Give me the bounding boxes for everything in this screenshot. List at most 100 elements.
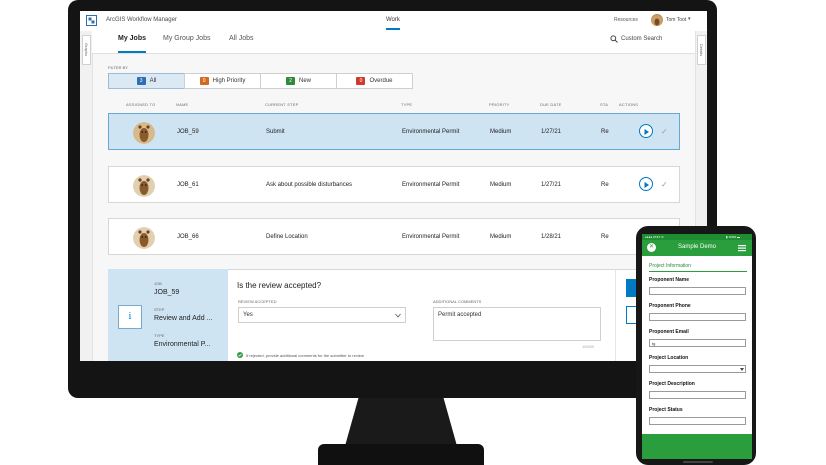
filter-chip-overdue[interactable]: 0 Overdue [336,73,413,89]
survey-footer [642,434,752,459]
giraffe-avatar-icon [133,122,155,144]
column-header-type[interactable]: TYPE [401,102,412,107]
type-label: TYPE [154,333,165,338]
filter-label: FILTER BY [108,65,128,70]
table-row[interactable]: JOB_59 Submit Environmental Permit Mediu… [108,113,680,150]
proponent-phone-label: Proponent Phone [649,303,691,309]
info-icon[interactable]: i [118,305,142,329]
job-step: Submit [266,129,285,135]
type-value: Environmental P... [154,341,211,348]
proponent-name-label: Proponent Name [649,277,690,283]
rejection-hint: If rejected, provide additional comments… [246,353,364,358]
project-status-field[interactable] [649,417,746,425]
job-due-date: 1/27/21 [541,129,562,135]
additional-comments-label: ADDITIONAL COMMENTS [433,299,482,304]
chevron-down-icon[interactable]: ▾ [688,16,691,22]
table-row[interactable]: JOB_61 Ask about possible disturbances E… [108,166,680,203]
workflow-manager-logo-icon [86,15,97,26]
chip-label: Overdue [369,78,393,84]
filter-chip-all[interactable]: 3 All [108,73,185,89]
job-step: Define Location [266,234,308,240]
column-header-assigned-to[interactable]: ASSIGNED TO [126,102,155,107]
user-avatar[interactable] [651,14,663,26]
column-header-actions: ACTIONS [619,102,639,107]
job-priority: Medium [490,182,512,188]
filter-chip-new[interactable]: 2 New [260,73,337,89]
section-title: Project Information [649,263,691,269]
tab-my-group-jobs[interactable]: My Group Jobs [163,35,210,42]
left-rail [80,31,93,361]
tab-all-jobs[interactable]: All Jobs [229,35,254,42]
nav-work[interactable]: Work [386,17,400,23]
proponent-email-field[interactable]: tg [649,339,746,347]
phone-home-indicator [683,461,713,463]
proponent-name-field[interactable] [649,287,746,295]
step-question: Is the review accepted? [237,281,322,290]
job-status: Re [601,129,609,135]
monitor-stand-base [318,444,484,465]
menu-icon[interactable] [738,244,746,252]
table-row[interactable]: JOB_66 Define Location Environmental Per… [108,218,680,255]
giraffe-avatar-icon [133,227,155,249]
carrier-status: ●●●● AT&T ≋ [645,235,664,239]
job-label: JOB [154,281,162,286]
job-status: Re [601,234,609,240]
project-status-label: Project Status [649,407,683,413]
nav-resources[interactable]: Resources [614,17,638,23]
column-header-name[interactable]: NAME [176,102,188,107]
job-type: Environmental Permit [402,129,460,135]
review-accepted-select[interactable]: Yes [238,307,406,323]
column-header-status[interactable]: STA [600,102,608,107]
giraffe-avatar-icon [133,175,155,197]
column-header-current-step[interactable]: CURRENT STEP [265,102,298,107]
check-icon[interactable]: ✓ [661,180,668,189]
additional-comments-input[interactable]: Permit accepted [433,307,601,341]
start-step-button[interactable] [639,177,653,191]
job-name[interactable]: JOB_59 [177,129,199,135]
review-accepted-value: Yes [243,312,253,318]
column-header-due-date[interactable]: DUE DATE [540,102,562,107]
char-count: 15/500 [582,344,595,349]
project-description-field[interactable] [649,391,746,399]
count-badge: 2 [285,77,295,85]
check-circle-icon [237,352,243,358]
survey-title: Sample Demo [677,244,716,250]
phone-screen: ●●●● AT&T ≋ ▮ 100% ▬ ✕ Sample Demo Proje… [642,234,752,459]
check-icon[interactable]: ✓ [661,127,668,136]
tab-my-jobs[interactable]: My Jobs [118,35,146,42]
monitor-stand-neck [345,398,457,446]
play-icon [644,182,649,188]
step-value: Review and Add ... [154,315,213,322]
proponent-phone-field[interactable] [649,313,746,321]
project-location-label: Project Location [649,355,689,361]
monitor-screen: ArcGIS Workflow Manager Work Resources T… [80,11,707,361]
chevron-down-icon [740,368,744,371]
job-type: Environmental Permit [402,234,460,240]
filter-chip-high-priority[interactable]: 0 High Priority [184,73,261,89]
job-name[interactable]: JOB_66 [177,234,199,240]
search-icon[interactable] [610,35,618,43]
job-status: Re [601,182,609,188]
job-due-date: 1/28/21 [541,234,562,240]
custom-search-button[interactable]: Custom Search [621,36,662,42]
count-badge: 0 [356,77,366,85]
user-name[interactable]: Tom Toot [666,17,686,23]
job-due-date: 1/27/21 [541,182,562,188]
assignee-avatar [133,175,155,197]
column-header-priority[interactable]: PRIORITY [489,102,510,107]
battery-status: ▮ 100% ▬ [726,235,740,239]
play-icon [644,129,649,135]
job-step: Ask about possible disturbances [266,182,353,188]
job-priority: Medium [490,234,512,240]
rail-tab-details[interactable]: Details [697,35,706,65]
chip-label: New [298,78,311,84]
review-accepted-label: REVIEW ACCEPTED [238,299,277,304]
job-name[interactable]: JOB_61 [177,182,199,188]
rail-tab-graphs[interactable]: Graphs [82,35,91,65]
chip-label: All [149,78,157,84]
start-step-button[interactable] [639,124,653,138]
nav-active-indicator [386,28,400,30]
project-location-field[interactable] [649,365,746,373]
assignee-avatar [133,227,155,249]
tab-active-indicator [118,51,146,53]
